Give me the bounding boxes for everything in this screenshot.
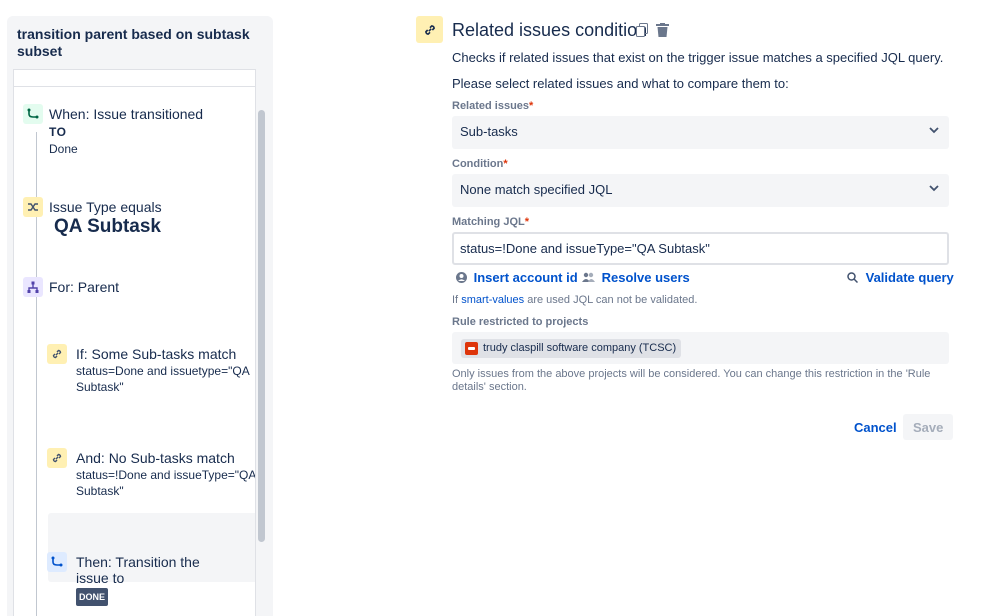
trigger-to-label: TO <box>49 125 67 139</box>
restriction-note: Only issues from the above projects will… <box>452 368 931 393</box>
validate-query-link[interactable]: Validate query <box>847 270 954 285</box>
restricted-label: Rule restricted to projects <box>452 316 589 328</box>
issue-type-condition[interactable]: Issue Type equals QA Subtask <box>23 197 243 242</box>
trigger-component[interactable]: When: Issue transitioned TO Done <box>23 104 243 159</box>
rule-sidebar: transition parent based on subtask subse… <box>7 16 273 616</box>
required-marker: * <box>503 158 508 170</box>
rule-component-list: When: Issue transitioned TO Done Issue T… <box>13 69 256 616</box>
rule-title: transition parent based on subtask subse… <box>17 26 250 59</box>
condition-title: Issue Type equals <box>49 199 162 215</box>
and-condition[interactable]: And: No Sub-tasks match status=!Done and… <box>47 448 256 510</box>
matching-jql-label: Matching JQL <box>452 216 525 228</box>
required-marker: * <box>524 216 530 228</box>
condition-select[interactable]: None match specified JQL <box>452 174 949 207</box>
transition-icon <box>47 552 67 572</box>
project-restriction-box: trudy claspill software company (TCSC) <box>452 332 949 364</box>
link-icon <box>47 344 67 364</box>
search-icon <box>847 272 859 284</box>
resolve-users-link[interactable]: Resolve users <box>582 270 690 285</box>
project-avatar <box>465 342 478 355</box>
trash-icon[interactable] <box>654 22 670 38</box>
divider <box>14 86 255 87</box>
trigger-icon <box>23 104 43 124</box>
shuffle-icon <box>23 197 43 217</box>
branch-component[interactable]: For: Parent <box>23 277 243 301</box>
insert-account-link[interactable]: Insert account id <box>456 270 578 285</box>
and-title: And: No Sub-tasks match <box>76 450 235 466</box>
condition-label: Condition <box>452 158 504 170</box>
if-condition[interactable]: If: Some Sub-tasks match status=Done and… <box>47 344 255 406</box>
user-icon <box>456 272 467 283</box>
status-lozenge: DONE <box>76 588 109 606</box>
panel-prompt: Please select related issues and what to… <box>452 76 789 91</box>
branch-flow-line <box>36 298 37 616</box>
smart-values-link[interactable]: smart-values <box>461 294 524 306</box>
required-marker: * <box>529 100 534 112</box>
panel-description: Checks if related issues that exist on t… <box>452 50 944 65</box>
sidebar-scrollbar[interactable] <box>258 110 265 542</box>
branch-title: For: Parent <box>49 279 120 295</box>
chevron-down-icon <box>929 125 939 137</box>
trigger-status: Done <box>49 142 78 156</box>
related-issues-value: Sub-tasks <box>460 124 518 139</box>
chevron-down-icon <box>929 183 939 195</box>
related-issues-select[interactable]: Sub-tasks <box>452 116 949 149</box>
if-title: If: Some Sub-tasks match <box>76 346 237 362</box>
smart-values-note: If smart-values are used JQL can not be … <box>452 294 698 306</box>
if-jql: status=Done and issuetype="QA Subtask" <box>76 364 250 394</box>
condition-value: QA Subtask <box>54 216 161 237</box>
matching-jql-input[interactable] <box>452 232 949 265</box>
related-issues-label: Related issues <box>452 100 530 112</box>
copy-icon[interactable] <box>634 22 650 38</box>
save-button[interactable]: Save <box>903 414 954 440</box>
link-icon <box>47 448 67 468</box>
condition-value: None match specified JQL <box>460 182 613 197</box>
action-component[interactable]: Then: Transition the issue to DONE <box>47 552 255 612</box>
cancel-button[interactable]: Cancel <box>848 414 903 440</box>
branch-icon <box>23 277 43 297</box>
action-title: Then: Transition the issue to <box>76 554 200 586</box>
trigger-title: When: Issue transitioned <box>49 106 204 122</box>
panel-title: Related issues condition <box>452 20 648 40</box>
project-tag: trudy claspill software company (TCSC) <box>461 339 682 358</box>
link-icon <box>416 16 443 43</box>
users-icon <box>582 272 595 282</box>
and-jql: status=!Done and issueType="QA Subtask" <box>76 468 256 498</box>
